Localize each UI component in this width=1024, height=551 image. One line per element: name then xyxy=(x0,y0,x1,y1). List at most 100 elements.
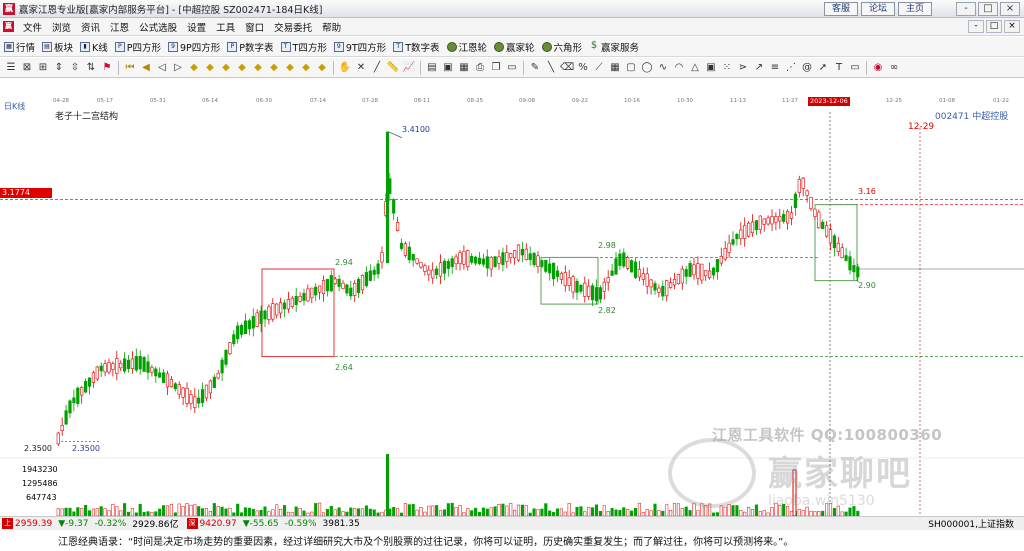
forum-link[interactable]: 论坛 xyxy=(860,2,895,16)
back-icon[interactable]: ◁ xyxy=(155,61,169,75)
ray-icon[interactable]: ↗ xyxy=(752,61,766,75)
toolbar-p-table-button[interactable]: P P数字表 xyxy=(227,40,274,54)
grid2-icon[interactable]: ▦ xyxy=(608,61,622,75)
menu-help[interactable]: 帮助 xyxy=(317,20,346,34)
toolbar-kline-button[interactable]: ▮ K线 xyxy=(80,40,108,54)
prev-icon[interactable]: ◀ xyxy=(139,61,153,75)
wave-icon[interactable]: ∿ xyxy=(656,61,670,75)
candle-body xyxy=(754,220,758,231)
circle-icon[interactable]: ◯ xyxy=(640,61,654,75)
volume-bar xyxy=(575,507,579,516)
gann-fan-icon[interactable]: ⋰ xyxy=(784,61,798,75)
stepper-icon[interactable]: ⇅ xyxy=(84,61,98,75)
menu-browse[interactable]: 浏览 xyxy=(47,20,76,34)
child-minimize-button[interactable]: - xyxy=(968,20,984,33)
copy-icon[interactable]: ❐ xyxy=(489,61,503,75)
toolbar-service-button[interactable]: $ 赢家服务 xyxy=(589,40,639,54)
line2-icon[interactable]: ╲ xyxy=(544,61,558,75)
forward-icon[interactable]: ▷ xyxy=(171,61,185,75)
diamond-9-icon[interactable]: ◆ xyxy=(315,61,329,75)
diamond-8-icon[interactable]: ◆ xyxy=(299,61,313,75)
period-icon[interactable]: ☰ xyxy=(4,61,18,75)
toolbar-p-square-button[interactable]: P P四方形 xyxy=(114,40,161,54)
square2-icon[interactable]: ▣ xyxy=(704,61,718,75)
diamond-6-icon[interactable]: ◆ xyxy=(267,61,281,75)
hand-icon[interactable]: ✋ xyxy=(338,61,352,75)
chart-icon[interactable]: 📈 xyxy=(402,61,416,75)
toolbar-winner-wheel-button[interactable]: 赢家轮 xyxy=(494,40,535,54)
menu-formula[interactable]: 公式选股 xyxy=(134,20,182,34)
toolbar-gann-wheel-button[interactable]: 江恩轮 xyxy=(446,40,487,54)
maximize-button[interactable]: □ xyxy=(978,2,998,16)
arc-icon[interactable]: ◠ xyxy=(672,61,686,75)
menu-info[interactable]: 资讯 xyxy=(76,20,105,34)
arrow-icon[interactable]: ➚ xyxy=(816,61,830,75)
percent-icon[interactable]: % xyxy=(576,61,590,75)
save-icon[interactable]: ▣ xyxy=(441,61,455,75)
diamond-4-icon[interactable]: ◆ xyxy=(235,61,249,75)
toolbar-9p-square-button[interactable]: 9 9P四方形 xyxy=(168,40,220,54)
diamond-3-icon[interactable]: ◆ xyxy=(219,61,233,75)
candle-body xyxy=(501,252,505,265)
box2-icon[interactable]: ▭ xyxy=(848,61,862,75)
chev-icon[interactable]: ⋗ xyxy=(736,61,750,75)
ohlc-icon[interactable]: ⇳ xyxy=(68,61,82,75)
menu-window[interactable]: 窗口 xyxy=(240,20,269,34)
menu-file[interactable]: 文件 xyxy=(18,20,47,34)
toolbar-blocks-button[interactable]: ▤ 板块 xyxy=(42,40,73,54)
volume-bar xyxy=(559,508,563,516)
cross-icon[interactable]: ✕ xyxy=(354,61,368,75)
volume-bar xyxy=(60,508,64,516)
volume-bar xyxy=(123,503,127,516)
diamond-2-icon[interactable]: ◆ xyxy=(203,61,217,75)
fan-icon[interactable]: ⟋ xyxy=(592,61,606,75)
screen-icon[interactable]: ▭ xyxy=(505,61,519,75)
first-icon[interactable]: ⏮ xyxy=(123,61,137,75)
service-link[interactable]: 客服 xyxy=(823,2,858,16)
menu-trade[interactable]: 交易委托 xyxy=(269,20,317,34)
ruler-icon[interactable]: 📏 xyxy=(386,61,400,75)
pencil-icon[interactable]: ✎ xyxy=(528,61,542,75)
print-icon[interactable]: ⎙ xyxy=(473,61,487,75)
diamond-1-icon[interactable]: ◆ xyxy=(187,61,201,75)
top-links: 客服 论坛 主页 xyxy=(823,2,932,16)
diamond-7-icon[interactable]: ◆ xyxy=(283,61,297,75)
eraser-icon[interactable]: ⌫ xyxy=(560,61,574,75)
menu-gann[interactable]: 江恩 xyxy=(105,20,134,34)
volume-bar xyxy=(111,504,115,516)
triangle-icon[interactable]: △ xyxy=(688,61,702,75)
diamond-5-icon[interactable]: ◆ xyxy=(251,61,265,75)
doc-icon[interactable]: ▤ xyxy=(425,61,439,75)
candle-body xyxy=(91,372,95,383)
toolbar-hexagon-button[interactable]: 六角形 xyxy=(541,40,582,54)
menu-settings[interactable]: 设置 xyxy=(182,20,211,34)
candle-icon[interactable]: ⇕ xyxy=(52,61,66,75)
box-icon[interactable]: ▢ xyxy=(624,61,638,75)
compare-icon[interactable]: ⊠ xyxy=(20,61,34,75)
menu-tools[interactable]: 工具 xyxy=(211,20,240,34)
toolbar-t-square-button[interactable]: T T四方形 xyxy=(280,40,327,54)
menu-app-icon[interactable]: 赢 xyxy=(3,21,14,32)
toolbar-9t-square-button[interactable]: 9 9T四方形 xyxy=(333,40,386,54)
child-close-button[interactable]: × xyxy=(1004,20,1020,33)
flag-icon[interactable]: ⚑ xyxy=(100,61,114,75)
bars-icon[interactable]: ⊞ xyxy=(36,61,50,75)
candle-body xyxy=(154,368,158,377)
infinity-icon[interactable]: ∞ xyxy=(887,61,901,75)
candle-body xyxy=(411,253,415,261)
toolbar-quotes-button[interactable]: ▦ 行情 xyxy=(4,40,35,54)
color-icon[interactable]: ◉ xyxy=(871,61,885,75)
child-maximize-button[interactable]: □ xyxy=(986,20,1002,33)
text-icon[interactable]: T xyxy=(832,61,846,75)
fib-icon[interactable]: ≡ xyxy=(768,61,782,75)
candle-body xyxy=(267,306,271,320)
home-link[interactable]: 主页 xyxy=(897,2,932,16)
toolbar-t-table-button[interactable]: T T数字表 xyxy=(393,40,440,54)
minimize-button[interactable]: - xyxy=(956,2,976,16)
table-icon[interactable]: ▦ xyxy=(457,61,471,75)
line-icon[interactable]: ╱ xyxy=(370,61,384,75)
spiral-icon[interactable]: @ xyxy=(800,61,814,75)
dots-icon[interactable]: ⁙ xyxy=(720,61,734,75)
candle-body xyxy=(228,342,232,355)
close-button[interactable]: × xyxy=(1000,2,1020,16)
